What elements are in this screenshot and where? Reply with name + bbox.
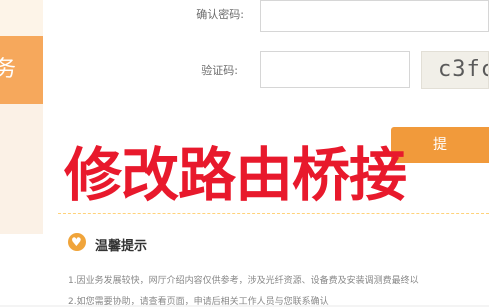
confirm-password-label: 确认密码: — [196, 8, 244, 21]
register-panel: 务 确认密码: 验证码: c3fc 提 修改路由桥接 温馨提示 1.因业务发展较… — [0, 0, 489, 307]
sidebar-item-label: 务 — [0, 57, 17, 82]
captcha-image[interactable]: c3fc — [421, 51, 489, 89]
sidebar-bottom — [0, 104, 43, 234]
captcha-input[interactable] — [260, 51, 410, 88]
sidebar-top — [0, 0, 43, 36]
captcha-label: 验证码: — [201, 64, 238, 77]
sidebar-item-active[interactable]: 务 — [0, 36, 43, 104]
section-divider — [58, 213, 489, 214]
heart-icon — [68, 233, 86, 251]
tip-item-2: 2.如您需要协助，请查看页面，申请后相关工作人员与您联系确认 — [68, 297, 329, 307]
tip-item-1: 1.因业务发展较快，网厅介绍内容仅供参考，涉及光纤资源、设备费及安装调测费最终以 — [68, 276, 419, 286]
tips-title: 温馨提示 — [95, 239, 148, 254]
overlay-caption: 修改路由桥接 — [64, 141, 407, 209]
confirm-password-field[interactable] — [260, 0, 489, 32]
